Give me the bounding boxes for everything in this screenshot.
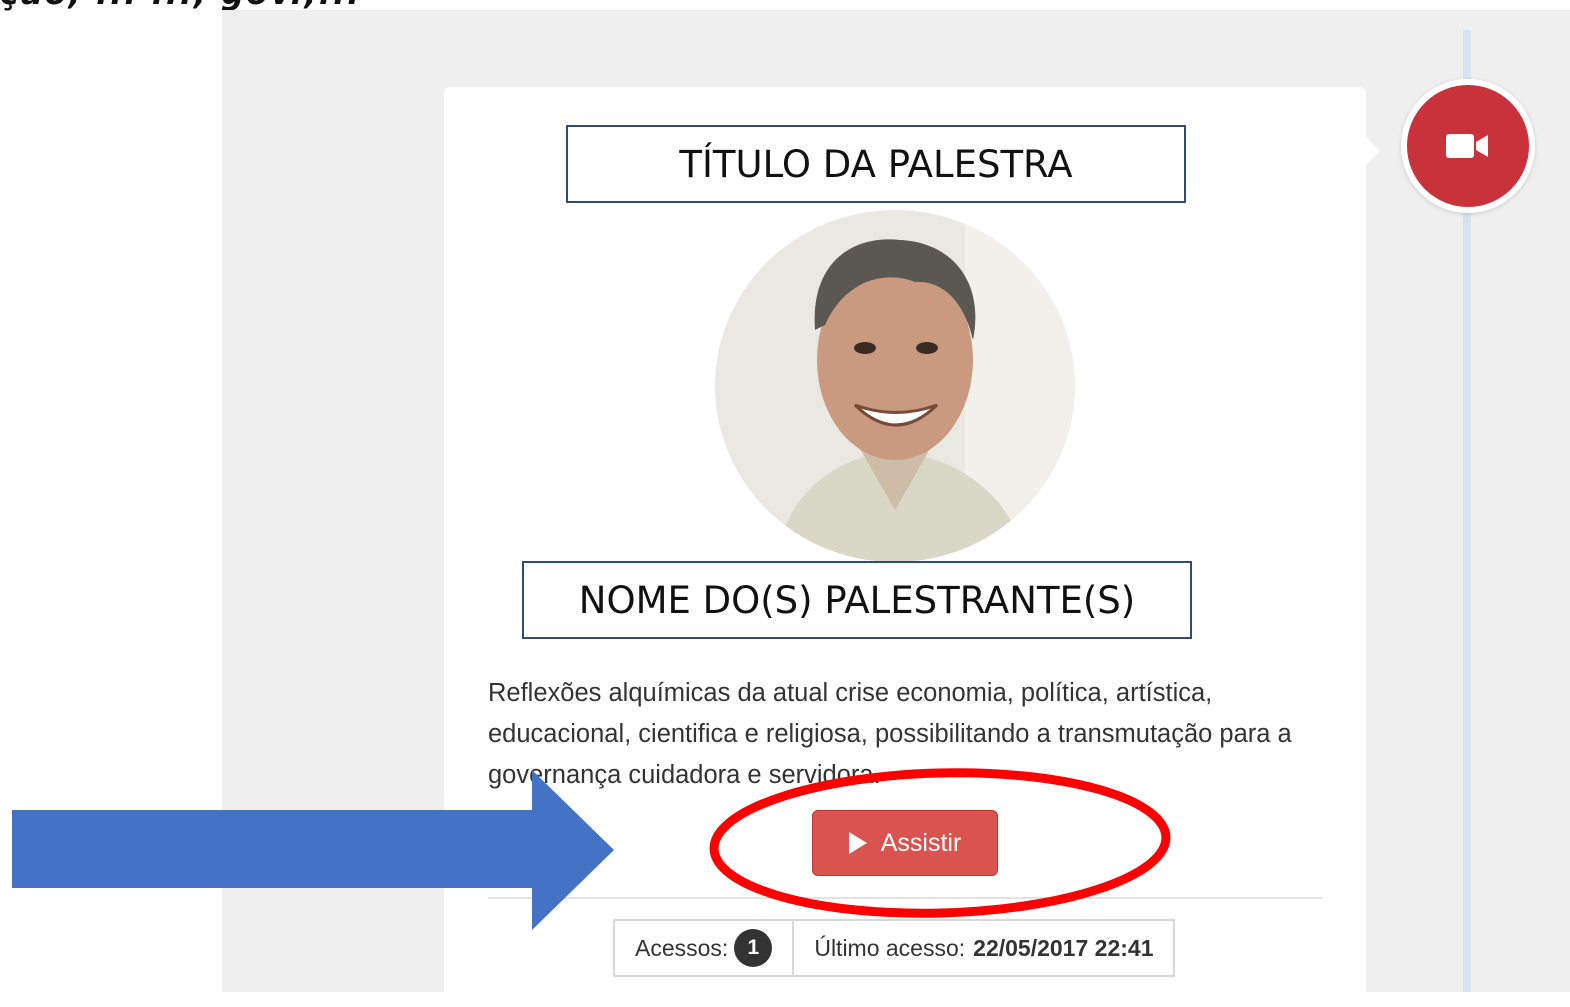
annotation-arrow — [12, 770, 614, 930]
annotation-overlay — [12, 768, 1171, 930]
annotation-ellipse — [709, 768, 1171, 918]
